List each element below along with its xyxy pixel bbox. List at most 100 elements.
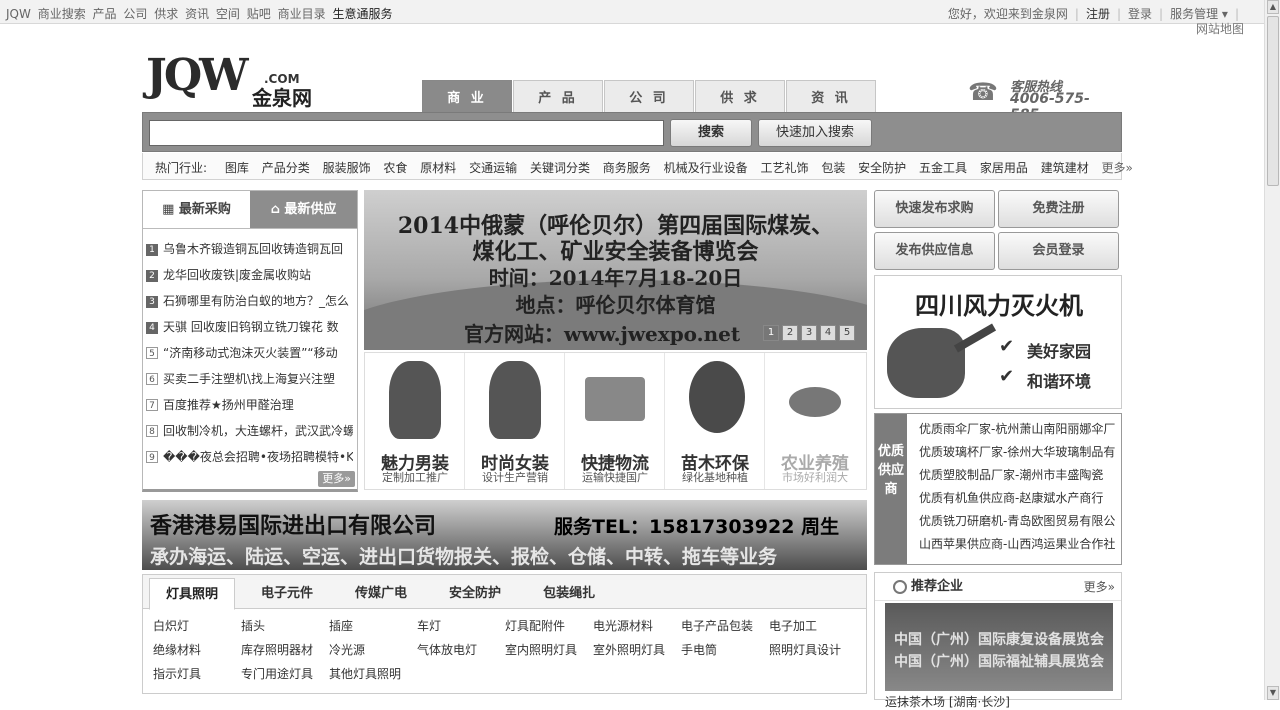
service-menu[interactable]: 服务管理 ▾	[1170, 7, 1228, 21]
category-link[interactable]: 电子加工	[769, 617, 857, 634]
top-link-business-service[interactable]: 生意通服务	[332, 7, 392, 21]
search-button[interactable]: 搜索	[670, 119, 752, 147]
page-scrollbar[interactable]: ▲ ▼	[1264, 0, 1280, 700]
tab-business[interactable]: 商 业	[422, 80, 512, 113]
category-link[interactable]: 室外照明灯具	[593, 641, 681, 658]
supplier-link[interactable]: 优质雨伞厂家-杭州萧山南阳丽娜伞厂	[919, 418, 1119, 441]
tab-electronic-components[interactable]: 电子元件	[245, 578, 329, 611]
free-register-button[interactable]: 免费注册	[998, 190, 1119, 228]
top-link-companies[interactable]: 公司	[123, 7, 147, 21]
category-link[interactable]: 专门用途灯具	[241, 665, 329, 682]
search-input[interactable]	[149, 120, 664, 146]
category-link[interactable]: 其他灯具照明	[329, 665, 417, 682]
category-link[interactable]: 室内照明灯具	[505, 641, 593, 658]
quick-post-purchase-button[interactable]: 快速发布求购	[874, 190, 995, 228]
tab-latest-purchase[interactable]: ▦ 最新采购	[143, 191, 250, 228]
list-item[interactable]: 6 买卖二手注塑机\找上海复兴注塑	[146, 369, 353, 395]
category-link[interactable]: 指示灯具	[153, 665, 241, 682]
list-item[interactable]: 7 百度推荐★扬州甲醛治理	[146, 395, 353, 421]
category-link[interactable]: 车灯	[417, 617, 505, 634]
promo-agriculture[interactable]: 农业养殖 市场好利润大	[765, 353, 865, 489]
shipping-company-ad[interactable]: 香港港易国际进出口有限公司 服务TEL：15817303922 周生 承办海运、…	[142, 500, 867, 570]
banner-page-button[interactable]: 4	[820, 325, 836, 341]
scroll-down-arrow-icon[interactable]: ▼	[1267, 686, 1279, 700]
supplier-link[interactable]: 优质铣刀研磨机-青岛欧图贸易有限公	[919, 510, 1119, 533]
tab-media-broadcast[interactable]: 传媒广电	[339, 578, 423, 611]
category-link[interactable]: 库存照明器材	[241, 641, 329, 658]
scroll-up-arrow-icon[interactable]: ▲	[1267, 0, 1279, 14]
hot-industry-link[interactable]: 家居用品	[980, 161, 1028, 175]
promo-mens-wear[interactable]: 魅力男装 定制加工推广	[365, 353, 465, 489]
hot-industry-link[interactable]: 商务服务	[603, 161, 651, 175]
category-link[interactable]: 照明灯具设计	[769, 641, 857, 658]
tab-safety-protection[interactable]: 安全防护	[433, 578, 517, 611]
scrollbar-thumb[interactable]	[1267, 16, 1279, 186]
supplier-link[interactable]: 优质玻璃杯厂家-徐州大华玻璃制品有	[919, 441, 1119, 464]
member-login-button[interactable]: 会员登录	[998, 232, 1119, 270]
hot-industry-link[interactable]: 建筑建材	[1041, 161, 1089, 175]
hot-industry-link[interactable]: 服装服饰	[323, 161, 371, 175]
tab-news[interactable]: 资 讯	[786, 80, 876, 113]
tab-products[interactable]: 产 品	[513, 80, 603, 113]
hot-industry-link[interactable]: 关键词分类	[530, 161, 590, 175]
hot-industry-link[interactable]: 图库	[225, 161, 249, 175]
hot-industry-link[interactable]: 工艺礼饰	[760, 161, 808, 175]
banner-page-button[interactable]: 2	[782, 325, 798, 341]
category-link[interactable]: 冷光源	[329, 641, 417, 658]
top-link-search[interactable]: 商业搜索	[38, 7, 86, 21]
category-link[interactable]: 电光源材料	[593, 617, 681, 634]
sitemap-link[interactable]: 网站地图	[1196, 20, 1244, 37]
category-link[interactable]: 手电筒	[681, 641, 769, 658]
list-item[interactable]: 2 龙华回收废铁|废金属收购站	[146, 265, 353, 291]
hot-industry-link[interactable]: 安全防护	[858, 161, 906, 175]
hot-industry-link[interactable]: 机械及行业设备	[664, 161, 748, 175]
list-item[interactable]: 3 石狮哪里有防治白蚁的地方？_怎么	[146, 291, 353, 317]
tab-latest-supply[interactable]: ⌂ 最新供应	[250, 191, 357, 228]
top-link-news[interactable]: 资讯	[185, 7, 209, 21]
hot-industry-link[interactable]: 农食	[383, 161, 407, 175]
list-item[interactable]: 1 乌鲁木齐锻造铜瓦回收铸造铜瓦回	[146, 239, 353, 265]
banner-page-button[interactable]: 5	[839, 325, 855, 341]
tab-packaging[interactable]: 包装绳扎	[527, 578, 611, 611]
top-link-jqw[interactable]: JQW	[6, 7, 31, 21]
register-link[interactable]: 注册	[1086, 7, 1110, 21]
hot-industry-more-link[interactable]: 更多»	[1102, 161, 1133, 175]
supplier-link[interactable]: 山西苹果供应商-山西鸿运果业合作社	[919, 533, 1119, 556]
category-link[interactable]: 插座	[329, 617, 417, 634]
category-link[interactable]: 气体放电灯	[417, 641, 505, 658]
hot-industry-link[interactable]: 五金工具	[919, 161, 967, 175]
supplier-link[interactable]: 优质有机鱼供应商-赵康斌水产商行	[919, 487, 1119, 510]
recommended-company-link[interactable]: 运抹茶木场 [湖南·长沙]	[885, 693, 1010, 710]
list-item[interactable]: 9 ���夜总会招聘•夜场招聘模特•KT	[146, 447, 353, 473]
expo-banner[interactable]: 2014中俄蒙（呼伦贝尔）第四届国际煤炭、 煤化工、矿业安全装备博览会 时间：2…	[364, 190, 867, 350]
quick-join-search-button[interactable]: 快速加入搜索	[758, 119, 872, 147]
category-link[interactable]: 绝缘材料	[153, 641, 241, 658]
recommended-more-link[interactable]: 更多»	[1084, 573, 1115, 601]
login-link[interactable]: 登录	[1128, 7, 1152, 21]
tab-lighting[interactable]: 灯具照明	[149, 578, 236, 610]
category-link[interactable]: 灯具配附件	[505, 617, 593, 634]
promo-womens-wear[interactable]: 时尚女装 设计生产营销	[465, 353, 565, 489]
hot-industry-link[interactable]: 包装	[821, 161, 845, 175]
hot-industry-link[interactable]: 原材料	[420, 161, 456, 175]
tab-supply-demand[interactable]: 供 求	[695, 80, 785, 113]
supplier-link[interactable]: 优质塑胶制品厂家-潮州市丰盛陶瓷	[919, 464, 1119, 487]
top-link-forum[interactable]: 贴吧	[247, 7, 271, 21]
promo-nursery[interactable]: 苗木环保 绿化基地种植	[665, 353, 765, 489]
banner-page-button[interactable]: 1	[763, 325, 779, 341]
list-item[interactable]: 8 回收制冷机，大连螺杆，武汉武冷螺	[146, 421, 353, 447]
banner-page-button[interactable]: 3	[801, 325, 817, 341]
category-link[interactable]: 电子产品包装	[681, 617, 769, 634]
post-supply-button[interactable]: 发布供应信息	[874, 232, 995, 270]
hot-industry-link[interactable]: 交通运输	[469, 161, 517, 175]
top-link-space[interactable]: 空间	[216, 7, 240, 21]
category-link[interactable]: 插头	[241, 617, 329, 634]
top-link-directory[interactable]: 商业目录	[278, 7, 326, 21]
latest-more-button[interactable]: 更多»	[318, 471, 355, 487]
fire-blower-ad[interactable]: 四川风力灭火机 ✔ ✔ 美好家园 和谐环境	[874, 275, 1122, 409]
top-link-products[interactable]: 产品	[93, 7, 117, 21]
top-link-supply[interactable]: 供求	[154, 7, 178, 21]
list-item[interactable]: 4 天骐 回收废旧钨钢立铣刀镍花 数	[146, 317, 353, 343]
hot-industry-link[interactable]: 产品分类	[262, 161, 310, 175]
site-logo[interactable]: JQW .COM 金泉网	[146, 46, 326, 110]
